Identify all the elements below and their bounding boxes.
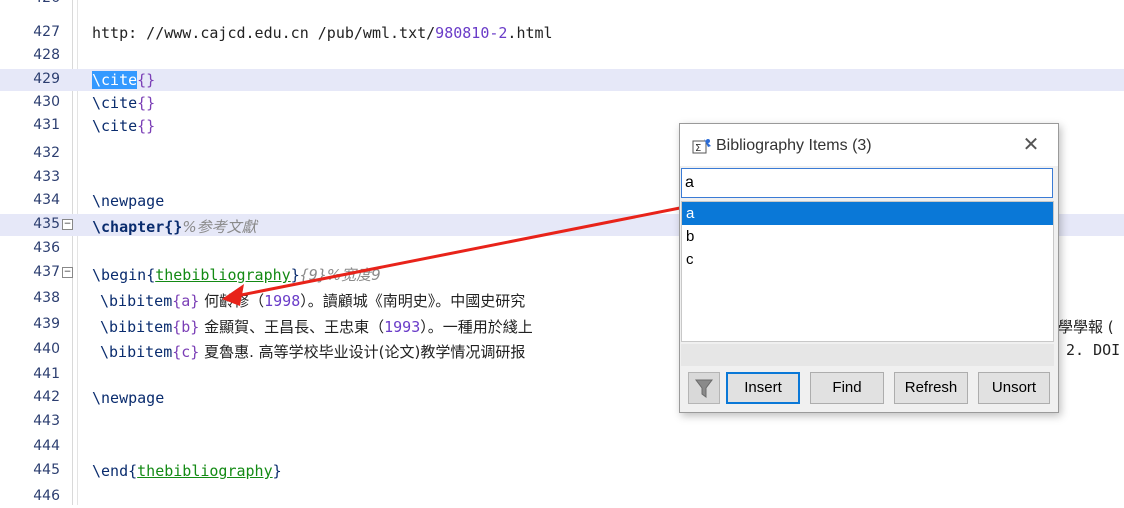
- list-item[interactable]: c: [682, 248, 1053, 271]
- bibliography-list[interactable]: a b c: [681, 201, 1054, 342]
- code-text: \chapter{}%参考文獻: [92, 218, 257, 236]
- editor-line[interactable]: 444: [0, 436, 1124, 458]
- list-item[interactable]: a: [682, 202, 1053, 225]
- editor-line[interactable]: 427 http: //www.cajcd.edu.cn /pub/wml.tx…: [0, 22, 1124, 44]
- svg-text:Σ: Σ: [695, 143, 701, 154]
- code-text: \newpage: [92, 192, 165, 210]
- find-button[interactable]: Find: [810, 372, 884, 404]
- line-number: 437: [33, 264, 60, 280]
- unsort-button[interactable]: Unsort: [978, 372, 1050, 404]
- code-text-overflow: 學學報 (: [1058, 318, 1114, 336]
- dialog-button-row: Insert Find Refresh Unsort: [680, 372, 1058, 408]
- horizontal-scrollbar[interactable]: [681, 344, 1054, 366]
- line-number: 429: [33, 71, 60, 87]
- line-number: 433: [33, 169, 60, 185]
- line-number: 442: [33, 389, 60, 405]
- line-number: 426: [0, 0, 60, 6]
- code-text: \newpage: [92, 389, 165, 407]
- code-text: \cite{}: [92, 94, 156, 112]
- line-number: 440: [33, 341, 60, 357]
- line-number: 445: [33, 462, 60, 478]
- bibliography-dialog[interactable]: Σ Bibliography Items (3) ✕ a a b c Inser…: [679, 123, 1059, 413]
- code-text-overflow: 2. DOI: [1066, 341, 1121, 359]
- line-number: 430: [33, 94, 60, 110]
- line-number: 431: [33, 117, 60, 133]
- line-number: 427: [33, 24, 60, 40]
- line-number: 434: [33, 192, 60, 208]
- line-number: 443: [33, 413, 60, 429]
- code-text: \bibitem{c} 夏魯惠. 高等学校毕业设计(论文)教学情况调研报: [100, 343, 526, 361]
- editor-line[interactable]: 426: [0, 0, 1124, 10]
- line-number: 436: [33, 240, 60, 256]
- editor-line[interactable]: 445 \end{thebibliography}: [0, 460, 1124, 482]
- code-text: \begin{thebibliography}{9}%宽度9: [92, 266, 381, 284]
- line-number: 439: [33, 316, 60, 332]
- editor-line[interactable]: 430 \cite{}: [0, 92, 1124, 114]
- code-text: \bibitem{a} 何齡修（1998）。讀顧城《南明史》。中國史研究: [100, 292, 526, 310]
- insert-button[interactable]: Insert: [726, 372, 800, 404]
- list-item[interactable]: b: [682, 225, 1053, 248]
- editor-line[interactable]: 428: [0, 45, 1124, 67]
- bibliography-icon: Σ: [692, 137, 712, 155]
- filter-icon[interactable]: [688, 372, 720, 404]
- fold-toggle-icon[interactable]: −: [62, 219, 73, 230]
- dialog-titlebar[interactable]: Σ Bibliography Items (3) ✕: [680, 124, 1058, 166]
- line-number: 438: [33, 290, 60, 306]
- close-icon[interactable]: ✕: [1018, 133, 1044, 157]
- line-number: 441: [33, 366, 60, 382]
- editor-line-current[interactable]: 429 \cite{}: [0, 69, 1124, 91]
- line-number: 432: [33, 145, 60, 161]
- code-text: \cite{}: [92, 71, 156, 89]
- code-text: \cite{}: [92, 117, 156, 135]
- dialog-title: Bibliography Items (3): [716, 137, 872, 154]
- line-number: 435: [33, 216, 60, 232]
- editor-line[interactable]: 443: [0, 411, 1124, 433]
- line-number: 446: [33, 488, 60, 504]
- line-number: 428: [33, 47, 60, 63]
- refresh-button[interactable]: Refresh: [894, 372, 968, 404]
- code-text: \bibitem{b} 金顯賀、王昌長、王忠東（1993）。一種用於綫上: [100, 318, 533, 336]
- search-input[interactable]: a: [681, 168, 1053, 198]
- code-text: http: //www.cajcd.edu.cn /pub/wml.txt/98…: [92, 24, 553, 42]
- fold-toggle-icon[interactable]: −: [62, 267, 73, 278]
- line-number: 444: [33, 438, 60, 454]
- code-text: \end{thebibliography}: [92, 462, 282, 480]
